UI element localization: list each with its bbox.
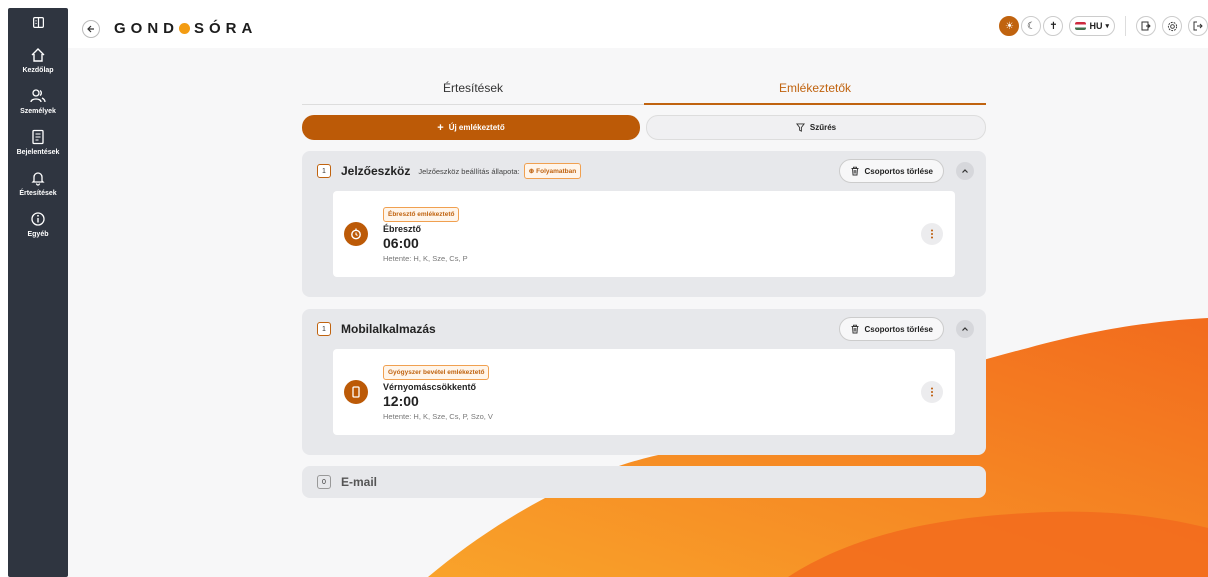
top-header: GOND SÓRA ☀ ☾ ✝ HU ▾ (68, 8, 1208, 48)
group-subtitle: Jelzőeszköz beállítás állapota: (418, 166, 520, 176)
sidebar-item-label: Egyéb (27, 231, 49, 238)
group-title: Mobilalkalmazás (341, 322, 436, 336)
progress-icon: ⊕ (528, 168, 535, 175)
collapse-button[interactable] (956, 162, 974, 180)
filter-icon (795, 123, 805, 132)
tab-bar: Értesítések Emlékeztetők (302, 72, 986, 105)
reminder-details: Ébresztő emlékeztető Ébresztő 06:00 Hete… (383, 203, 468, 263)
reminder-schedule: Hetente: H, K, Sze, Cs, P, Szo, V (383, 412, 493, 421)
more-vertical-icon (931, 229, 933, 239)
export-button[interactable] (1136, 16, 1156, 36)
logo-text-right: SÓRA (194, 20, 258, 37)
chevron-up-icon (962, 327, 968, 331)
reminder-type-badge: Gyógyszer bevétel emlékeztető (383, 365, 490, 380)
logo-text-left: GOND (114, 20, 179, 37)
reminder-group-device: 1 Jelzőeszköz Jelzőeszköz beállítás álla… (302, 151, 986, 297)
reminder-group-mobile: 1 Mobilalkalmazás Csoportos törlése Gyóg… (302, 309, 986, 455)
bell-icon (31, 172, 45, 186)
group-count-badge: 1 (317, 322, 331, 336)
sidebar-item-people[interactable]: Személyek (8, 88, 68, 115)
alarm-icon (344, 222, 368, 246)
more-options-button[interactable] (921, 381, 943, 403)
sidebar-item-label: Értesítések (19, 190, 57, 197)
users-icon (30, 89, 46, 103)
sidebar-item-label: Kezdőlap (22, 67, 54, 74)
logo-dot (179, 23, 190, 34)
hungarian-flag-icon (1075, 22, 1087, 30)
action-bar: + Új emlékeztető Szűrés (302, 115, 986, 140)
back-button[interactable] (82, 20, 100, 38)
group-count-badge: 0 (317, 475, 331, 489)
chevron-down-icon: ▾ (1105, 23, 1109, 30)
trash-icon (851, 324, 859, 334)
filter-label: Szűrés (809, 123, 837, 132)
reminder-card[interactable]: Gyógyszer bevétel emlékeztető Vérnyomásc… (333, 349, 955, 435)
sun-icon: ☀ (1005, 20, 1014, 32)
sidebar-item-reports[interactable]: Bejelentések (8, 129, 68, 156)
new-reminder-button[interactable]: + Új emlékeztető (302, 115, 640, 140)
group-header: 1 Mobilalkalmazás Csoportos törlése (302, 309, 986, 349)
sidebar-item-home[interactable]: Kezdőlap (8, 47, 68, 74)
tab-notifications[interactable]: Értesítések (302, 72, 644, 105)
status-text: Folyamatban (536, 167, 577, 175)
reminder-details: Gyógyszer bevétel emlékeztető Vérnyomásc… (383, 361, 493, 421)
more-options-button[interactable] (921, 223, 943, 245)
bulk-delete-label: Csoportos törlése (864, 166, 933, 176)
document-icon (32, 129, 44, 145)
accessibility-icon: ✝ (1049, 20, 1058, 32)
panel-toggle-icon (32, 16, 44, 28)
language-select[interactable]: HU ▾ (1069, 16, 1115, 36)
header-divider (1125, 16, 1126, 36)
trash-icon (851, 166, 859, 176)
arrow-left-icon (87, 25, 94, 33)
app-logo[interactable]: GOND SÓRA (114, 20, 257, 37)
filter-button[interactable]: Szűrés (646, 115, 986, 140)
reminder-type-badge: Ébresztő emlékeztető (383, 207, 460, 222)
reminder-name: Ébresztő (383, 224, 422, 234)
export-icon (1141, 21, 1151, 31)
sidebar-item-other[interactable]: Egyéb (8, 211, 68, 238)
gear-icon (1167, 21, 1177, 31)
main-content: Értesítések Emlékeztetők + Új emlékeztet… (68, 48, 1208, 577)
status-badge: ⊕ Folyamatban (523, 163, 582, 179)
reminder-time: 12:00 (383, 393, 419, 409)
reminder-group-email[interactable]: 0 E-mail (302, 466, 986, 498)
info-icon (31, 212, 45, 226)
phone-icon (344, 380, 368, 404)
reminder-name: Vérnyomáscsökkentő (383, 382, 477, 392)
sidebar-item-notifications[interactable]: Értesítések (8, 170, 68, 197)
group-title: Jelzőeszköz (341, 164, 411, 178)
moon-icon: ☾ (1027, 20, 1036, 32)
sidebar: Kezdőlap Személyek Bejelentések Értesíté… (8, 8, 68, 577)
header-controls: ☀ ☾ ✝ HU ▾ (999, 16, 1208, 36)
group-count-badge: 1 (317, 164, 331, 178)
reminder-schedule: Hetente: H, K, Sze, Cs, P (383, 254, 468, 263)
settings-button[interactable] (1162, 16, 1182, 36)
sidebar-item-label: Bejelentések (16, 149, 60, 156)
reminder-card[interactable]: Ébresztő emlékeztető Ébresztő 06:00 Hete… (333, 191, 955, 277)
tab-reminders[interactable]: Emlékeztetők (644, 72, 986, 105)
collapse-button[interactable] (956, 320, 974, 338)
plus-icon: + (437, 121, 444, 134)
bulk-delete-label: Csoportos törlése (864, 324, 933, 334)
group-header: 0 E-mail (302, 466, 986, 498)
group-title: E-mail (341, 475, 378, 489)
new-reminder-label: Új emlékeztető (448, 123, 505, 132)
sidebar-toggle-button[interactable] (8, 11, 68, 33)
dark-theme-button[interactable]: ☾ (1021, 16, 1042, 36)
reminder-time: 06:00 (383, 235, 419, 251)
logout-button[interactable] (1188, 16, 1208, 36)
light-theme-button[interactable]: ☀ (999, 16, 1020, 36)
theme-switcher: ☀ ☾ ✝ (999, 16, 1064, 36)
home-icon (31, 48, 45, 62)
group-header: 1 Jelzőeszköz Jelzőeszköz beállítás álla… (302, 151, 986, 191)
more-vertical-icon (931, 387, 933, 397)
chevron-up-icon (962, 169, 968, 173)
accessibility-button[interactable]: ✝ (1043, 16, 1064, 36)
bulk-delete-button[interactable]: Csoportos törlése (838, 159, 944, 183)
bulk-delete-button[interactable]: Csoportos törlése (838, 317, 944, 341)
language-value: HU (1089, 21, 1103, 31)
logout-icon (1193, 21, 1203, 31)
sidebar-item-label: Személyek (20, 108, 56, 115)
